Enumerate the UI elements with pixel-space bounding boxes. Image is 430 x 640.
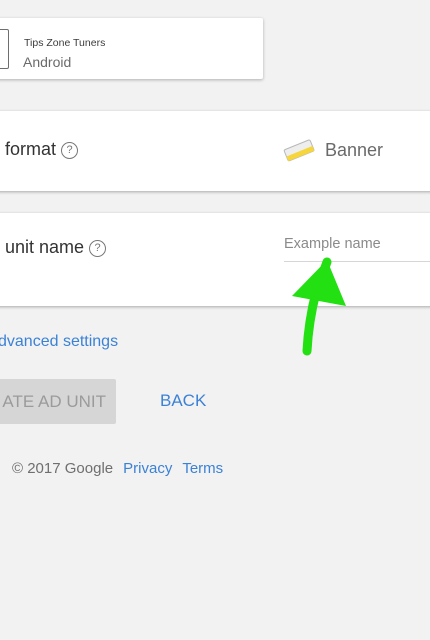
- help-icon[interactable]: ?: [89, 240, 107, 257]
- ad-unit-name-label-group: d unit name?: [0, 237, 107, 258]
- app-platform: Android: [23, 54, 72, 70]
- help-icon[interactable]: ?: [61, 142, 79, 159]
- back-button[interactable]: BACK: [160, 391, 206, 411]
- ad-unit-name-label: d unit name: [0, 237, 85, 257]
- ad-unit-name-row: d unit name?: [0, 213, 430, 306]
- app-icon: [0, 29, 9, 69]
- copyright-text: © 2017 Google: [12, 460, 114, 477]
- ad-format-value[interactable]: Banner: [325, 140, 383, 161]
- ad-format-row: d format? Banner: [0, 111, 430, 191]
- create-ad-unit-label: ATE AD UNIT: [2, 391, 106, 411]
- privacy-link[interactable]: Privacy: [123, 460, 172, 477]
- annotation-arrow-icon: [292, 257, 346, 356]
- ad-format-label-group: d format?: [0, 139, 79, 160]
- app-card: Tips Zone Tuners Android: [0, 18, 263, 79]
- banner-icon: [283, 139, 315, 162]
- create-ad-unit-button[interactable]: ATE AD UNIT: [0, 379, 116, 424]
- ad-format-label: d format: [0, 139, 57, 159]
- footer: © 2017 Google Privacy Terms: [12, 460, 223, 477]
- terms-link[interactable]: Terms: [182, 460, 223, 477]
- advanced-settings-link[interactable]: dvanced settings: [0, 333, 118, 351]
- app-name: Tips Zone Tuners: [24, 37, 106, 49]
